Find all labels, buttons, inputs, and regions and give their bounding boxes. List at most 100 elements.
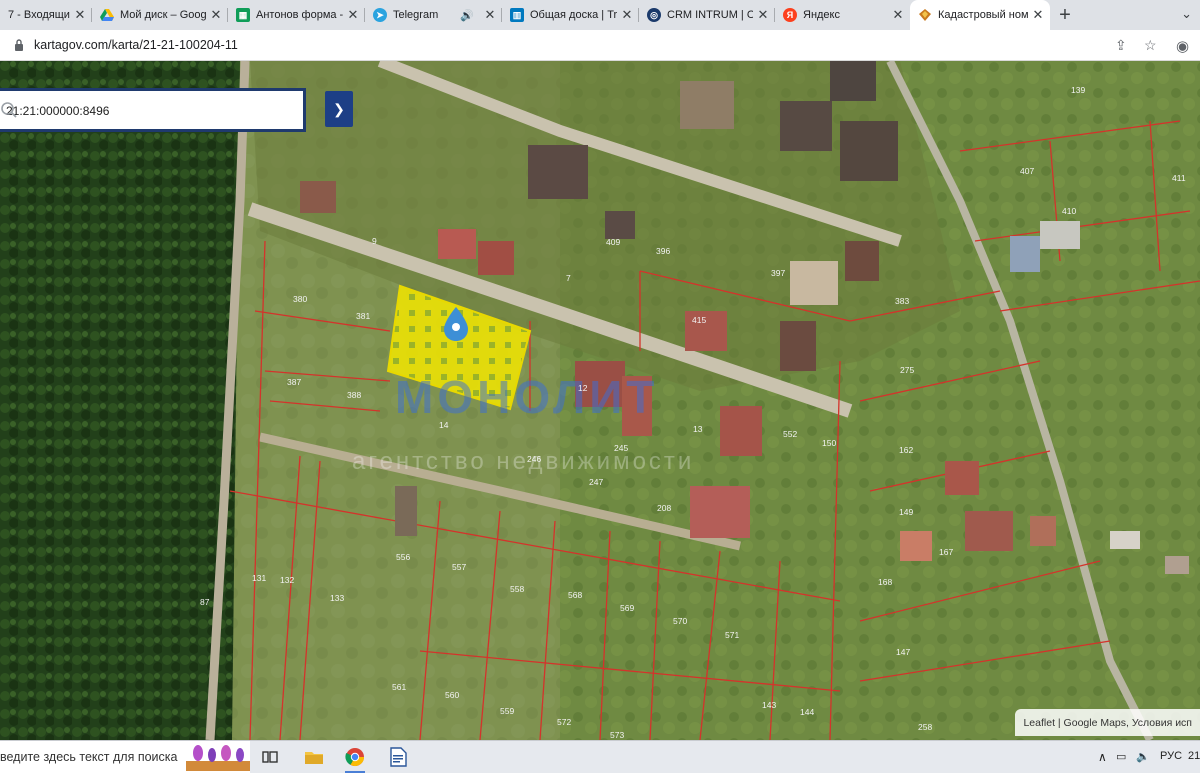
building xyxy=(478,241,514,275)
word-document-icon[interactable] xyxy=(386,745,410,769)
map-attribution[interactable]: Leaflet | Google Maps, Условия исп xyxy=(1015,709,1200,736)
parcel-label: 571 xyxy=(725,630,739,640)
parcel-label: 139 xyxy=(1071,85,1085,95)
building xyxy=(720,406,762,456)
chrome-icon[interactable] xyxy=(343,745,367,773)
parcel-label: 144 xyxy=(800,707,814,717)
address-bar: kartagov.com/karta/21-21-100204-11 ⇪ ☆ ◉ xyxy=(0,30,1200,61)
search-submit-button[interactable]: ❯ xyxy=(325,91,353,127)
lock-icon[interactable] xyxy=(14,39,24,51)
parcel-label: 245 xyxy=(614,443,628,453)
tab-gmail[interactable]: 7 - Входящие - ✕ xyxy=(0,0,92,30)
parcel-label: 13 xyxy=(693,424,703,434)
close-tab-icon[interactable]: ✕ xyxy=(621,7,633,23)
parcel-label: 557 xyxy=(452,562,466,572)
tab-title: 7 - Входящие - xyxy=(8,9,70,21)
parcel-label: 568 xyxy=(568,590,582,600)
building xyxy=(1110,531,1140,549)
tab-title: Яндекс xyxy=(803,9,840,21)
audio-playing-icon[interactable]: 🔊 xyxy=(460,9,474,22)
tab-cadastre[interactable]: Кадастровый ном ✕ xyxy=(910,0,1050,30)
file-explorer-icon[interactable] xyxy=(302,745,326,769)
tab-title: Общая доска | Tr xyxy=(530,9,617,21)
parcel-label: 380 xyxy=(293,294,307,304)
tab-title: Антонов форма - xyxy=(256,9,343,21)
parcel-label: 407 xyxy=(1020,166,1034,176)
close-tab-icon[interactable]: ✕ xyxy=(347,7,359,23)
parcel-label: 388 xyxy=(347,390,361,400)
language-indicator[interactable]: РУС xyxy=(1160,750,1182,762)
tab-search-menu-icon[interactable]: ⌄ xyxy=(1181,6,1192,22)
parcel-label: 150 xyxy=(822,438,836,448)
clock-time[interactable]: 21 xyxy=(1188,750,1200,762)
parcel-label: 558 xyxy=(510,584,524,594)
building xyxy=(900,531,932,561)
parcel-label: 396 xyxy=(656,246,670,256)
cadastral-number-input[interactable] xyxy=(4,101,258,121)
tab-google-drive[interactable]: Мой диск – Goog ✕ xyxy=(92,0,228,30)
building xyxy=(438,229,476,259)
parcel-label: 147 xyxy=(896,647,910,657)
close-tab-icon[interactable]: ✕ xyxy=(892,7,904,23)
profile-avatar-icon[interactable]: ◉ xyxy=(1176,37,1189,55)
network-icon[interactable]: ▭ xyxy=(1116,750,1126,763)
google-sheets-icon: ▦ xyxy=(236,8,250,22)
parcel-label: 133 xyxy=(330,593,344,603)
tab-crm-intrum[interactable]: ◎ CRM INTRUM | Об ✕ xyxy=(639,0,775,30)
close-tab-icon[interactable]: ✕ xyxy=(757,7,769,23)
cadastral-search-box xyxy=(0,88,306,132)
tab-trello[interactable]: ▥ Общая доска | Tr ✕ xyxy=(502,0,639,30)
close-tab-icon[interactable]: ✕ xyxy=(74,7,86,23)
parcel-label: 561 xyxy=(392,682,406,692)
windows-taskbar: ведите здесь текст для поиска ∧ ▭ 🔈 РУС … xyxy=(0,740,1200,773)
task-view-icon[interactable] xyxy=(258,745,282,769)
search-icon[interactable] xyxy=(0,101,18,119)
parcel-label: 149 xyxy=(899,507,913,517)
taskbar-search-box[interactable]: ведите здесь текст для поиска xyxy=(0,741,250,773)
building xyxy=(965,511,1013,551)
watermark-subtitle: агентство недвижимости xyxy=(352,448,694,475)
parcel-label: 415 xyxy=(692,315,706,325)
building xyxy=(840,121,898,181)
building xyxy=(528,145,588,199)
browser-tab-strip: 7 - Входящие - ✕ Мой диск – Goog ✕ ▦ Ант… xyxy=(0,0,1200,30)
tab-title: Мой диск – Goog xyxy=(120,9,206,21)
building xyxy=(1010,236,1040,272)
new-tab-button[interactable]: + xyxy=(1050,0,1080,30)
parcel-label: 162 xyxy=(899,445,913,455)
parcel-label: 387 xyxy=(287,377,301,387)
map-canvas[interactable]: МОНОЛИТ агентство недвижимости 139 407 4… xyxy=(0,61,1200,740)
url-text[interactable]: kartagov.com/karta/21-21-100204-11 xyxy=(34,38,238,52)
forest-area xyxy=(0,61,240,740)
parcel-label: 552 xyxy=(783,429,797,439)
close-tab-icon[interactable]: ✕ xyxy=(210,7,222,23)
parcel-label: 573 xyxy=(610,730,624,740)
attribution-text[interactable]: Leaflet | Google Maps, Условия исп xyxy=(1023,717,1192,729)
bookmark-star-icon[interactable]: ☆ xyxy=(1144,37,1157,54)
yandex-icon: Я xyxy=(783,8,797,22)
building xyxy=(780,101,832,151)
telegram-icon: ➤ xyxy=(373,8,387,22)
watermark-title: МОНОЛИТ xyxy=(395,371,658,423)
satellite-map[interactable]: МОНОЛИТ агентство недвижимости 139 407 4… xyxy=(0,61,1200,740)
close-tab-icon[interactable]: ✕ xyxy=(1032,7,1044,23)
parcel-label: 9 xyxy=(372,236,377,246)
tab-google-sheets[interactable]: ▦ Антонов форма - ✕ xyxy=(228,0,365,30)
tab-title: Кадастровый ном xyxy=(938,9,1028,21)
parcel-label: 208 xyxy=(657,503,671,513)
parcel-label: 560 xyxy=(445,690,459,700)
tab-telegram[interactable]: ➤ Telegram 🔊 ✕ xyxy=(365,0,502,30)
taskbar-search-placeholder: ведите здесь текст для поиска xyxy=(0,750,178,764)
tab-title: Telegram xyxy=(393,9,439,21)
tab-yandex[interactable]: Я Яндекс ✕ xyxy=(775,0,910,30)
volume-icon[interactable]: 🔈 xyxy=(1136,750,1150,763)
parcel-label: 131 xyxy=(252,573,266,583)
parcel-label: 246 xyxy=(527,454,541,464)
chevron-up-icon[interactable]: ∧ xyxy=(1098,750,1107,764)
building xyxy=(605,211,635,239)
share-icon[interactable]: ⇪ xyxy=(1115,37,1127,54)
building xyxy=(1165,556,1189,574)
parcel-label: 132 xyxy=(280,575,294,585)
building xyxy=(680,81,734,129)
close-tab-icon[interactable]: ✕ xyxy=(484,7,496,23)
